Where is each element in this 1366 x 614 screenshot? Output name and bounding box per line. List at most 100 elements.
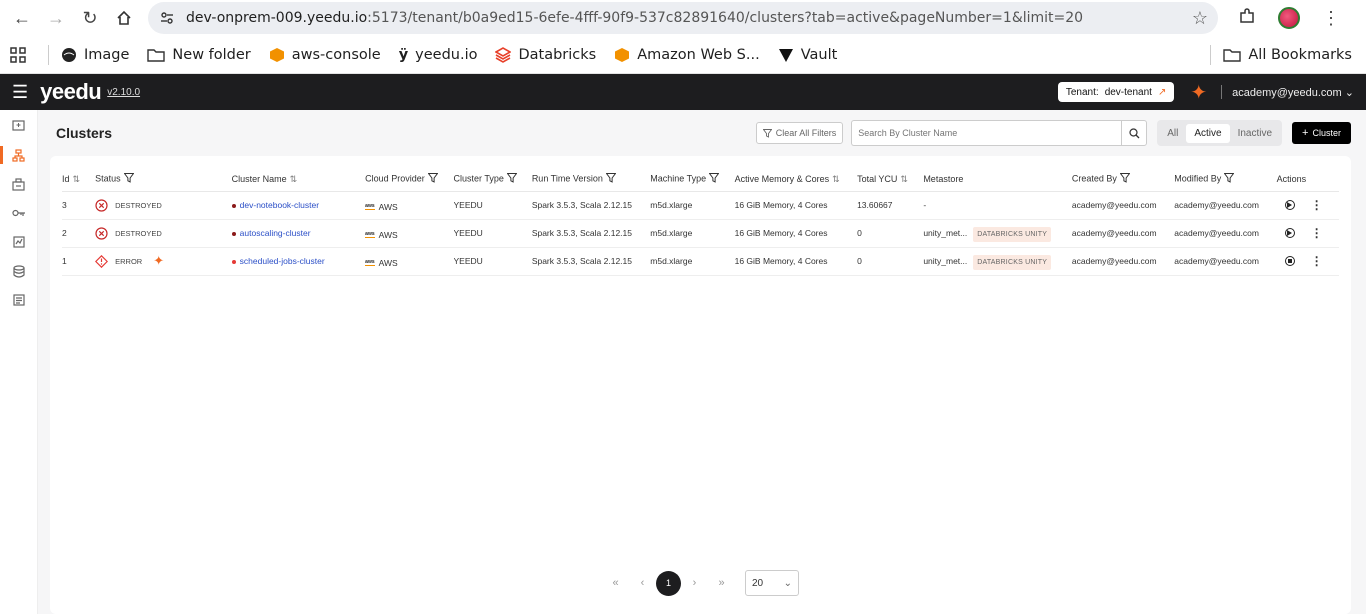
browser-menu-icon[interactable]: ⋮ (1322, 8, 1340, 29)
profile-avatar[interactable] (1278, 7, 1300, 29)
filter-icon[interactable] (506, 173, 518, 185)
cell-status: DESTROYED (95, 219, 232, 248)
globe-icon (61, 47, 77, 63)
filter-icon[interactable] (1223, 173, 1235, 185)
cell-modified-by: academy@yeedu.com (1174, 219, 1277, 248)
table-row[interactable]: 1 ERROR ✦ scheduled-jobs-cluster aws AWS … (62, 247, 1339, 276)
user-menu[interactable]: academy@yeedu.com ⌄ (1232, 86, 1354, 99)
extensions-icon[interactable] (1238, 7, 1256, 30)
clear-all-filters-button[interactable]: Clear All Filters (755, 122, 844, 144)
start-play-icon[interactable] (1284, 228, 1295, 238)
apps-grid-icon[interactable] (10, 46, 26, 63)
filter-icon[interactable] (123, 173, 135, 185)
filter-icon[interactable] (605, 173, 617, 185)
bookmark-image[interactable]: Image (61, 47, 129, 63)
add-cluster-button[interactable]: + Cluster (1292, 122, 1351, 144)
bookmark-vault[interactable]: Vault (778, 47, 837, 63)
clusters-icon[interactable] (11, 147, 27, 163)
all-bookmarks[interactable]: All Bookmarks (1206, 44, 1352, 65)
ai-sparkle-icon[interactable]: ✦ (1190, 80, 1207, 105)
header-cluster-type[interactable]: Cluster Type (453, 168, 532, 192)
database-icon[interactable] (11, 263, 27, 279)
external-link-icon: ↗ (1157, 86, 1167, 98)
start-play-icon[interactable] (1284, 200, 1295, 210)
tab-inactive[interactable]: Inactive (1230, 124, 1280, 143)
browser-toolbar: ← → ↻ dev-onprem-009.yeedu.io:5173/tenan… (0, 0, 1366, 36)
filter-icon[interactable] (708, 173, 720, 185)
sort-icon[interactable]: ⇅ (900, 174, 908, 184)
back-arrow-icon[interactable]: ← (8, 4, 36, 32)
tab-all[interactable]: All (1159, 124, 1186, 143)
more-options-icon[interactable]: ⋮ (1311, 227, 1323, 239)
cell-cluster-name[interactable]: scheduled-jobs-cluster (231, 247, 366, 276)
user-email: academy@yeedu.com (1232, 86, 1342, 99)
bookmark-yeedu[interactable]: ÿ yeedu.io (399, 47, 478, 63)
cluster-name-link[interactable]: autoscaling-cluster (240, 228, 311, 238)
cell-created-by: academy@yeedu.com (1071, 247, 1175, 276)
header-created-by[interactable]: Created By (1071, 168, 1175, 192)
hamburger-menu-icon[interactable]: ☰ (12, 82, 28, 103)
stop-icon[interactable] (1284, 256, 1295, 266)
key-icon[interactable] (11, 205, 27, 221)
search-button[interactable] (1121, 120, 1148, 146)
cell-runtime: Spark 3.5.3, Scala 2.12.15 (531, 219, 651, 248)
app-logo[interactable]: yeedu (40, 79, 102, 105)
search-input[interactable] (851, 120, 1122, 146)
cluster-name-link[interactable]: dev-notebook-cluster (240, 200, 319, 210)
bookmarks-bar: Image New folder aws-console ÿ yeedu.io D… (0, 36, 1366, 74)
header-id[interactable]: Id ⇅ (62, 168, 96, 192)
filter-icon[interactable] (427, 173, 439, 185)
tab-active[interactable]: Active (1186, 123, 1230, 143)
version-link[interactable]: v2.10.0 (107, 87, 140, 98)
ai-sparkle-icon[interactable]: ✦ (153, 253, 164, 269)
current-page-button[interactable]: 1 (656, 570, 681, 596)
header-status[interactable]: Status (95, 168, 232, 192)
tenant-selector[interactable]: Tenant: dev-tenant ↗ (1057, 82, 1175, 102)
sort-icon[interactable]: ⇅ (832, 174, 840, 184)
header-machine-type[interactable]: Machine Type (650, 168, 735, 192)
first-page-icon[interactable]: « (602, 577, 629, 589)
plus-icon: + (1302, 127, 1309, 139)
header-total-ycu[interactable]: Total YCU ⇅ (857, 168, 924, 192)
page-size-select[interactable]: 20 ⌄ (745, 570, 799, 596)
bookmark-new-folder[interactable]: New folder (147, 47, 251, 63)
next-page-icon[interactable]: › (681, 577, 708, 589)
more-options-icon[interactable]: ⋮ (1311, 255, 1323, 267)
notebook-icon[interactable] (11, 292, 27, 308)
cell-id: 3 (62, 191, 96, 220)
cell-machine-type: m5d.xlarge (650, 247, 735, 276)
reload-icon[interactable]: ↻ (76, 4, 104, 32)
forward-arrow-icon[interactable]: → (42, 4, 70, 32)
header-active-memory[interactable]: Active Memory & Cores ⇅ (734, 168, 858, 192)
more-options-icon[interactable]: ⋮ (1311, 199, 1323, 211)
site-settings-icon[interactable] (158, 9, 176, 27)
address-bar[interactable]: dev-onprem-009.yeedu.io:5173/tenant/b0a9… (148, 2, 1218, 34)
cell-runtime: Spark 3.5.3, Scala 2.12.15 (531, 191, 651, 220)
home-icon[interactable] (110, 4, 138, 32)
table-row[interactable]: 2 DESTROYED autoscaling-cluster aws AWS Y… (62, 219, 1339, 248)
header-cluster-name[interactable]: Cluster Name ⇅ (231, 168, 366, 192)
filter-icon[interactable] (1119, 173, 1131, 185)
header-modified-by[interactable]: Modified By (1174, 168, 1277, 192)
header-runtime-version[interactable]: Run Time Version (531, 168, 651, 192)
bookmark-databricks[interactable]: Databricks (495, 47, 596, 63)
bookmark-star-icon[interactable]: ☆ (1192, 8, 1208, 29)
cell-cluster-name[interactable]: autoscaling-cluster (231, 219, 366, 248)
cluster-name-link[interactable]: scheduled-jobs-cluster (240, 256, 325, 266)
bookmark-aws-console[interactable]: aws-console (269, 47, 381, 63)
bookmark-amazon-web-services[interactable]: Amazon Web S... (614, 47, 760, 63)
cell-status: ERROR ✦ (95, 247, 232, 276)
search-icon (1129, 127, 1140, 138)
table-row[interactable]: 3 DESTROYED dev-notebook-cluster aws AWS … (62, 191, 1339, 220)
sort-icon[interactable]: ⇅ (290, 174, 298, 184)
jobs-icon[interactable] (11, 176, 27, 192)
workspace-icon[interactable] (11, 118, 27, 134)
header-cloud-provider[interactable]: Cloud Provider (365, 168, 454, 192)
dashboard-icon[interactable] (11, 234, 27, 250)
prev-page-icon[interactable]: ‹ (629, 577, 656, 589)
sort-icon[interactable]: ⇅ (73, 174, 81, 184)
cell-id: 1 (62, 247, 96, 276)
cell-cluster-name[interactable]: dev-notebook-cluster (231, 191, 366, 220)
chevron-down-icon: ⌄ (1344, 86, 1354, 99)
last-page-icon[interactable]: » (708, 577, 735, 589)
